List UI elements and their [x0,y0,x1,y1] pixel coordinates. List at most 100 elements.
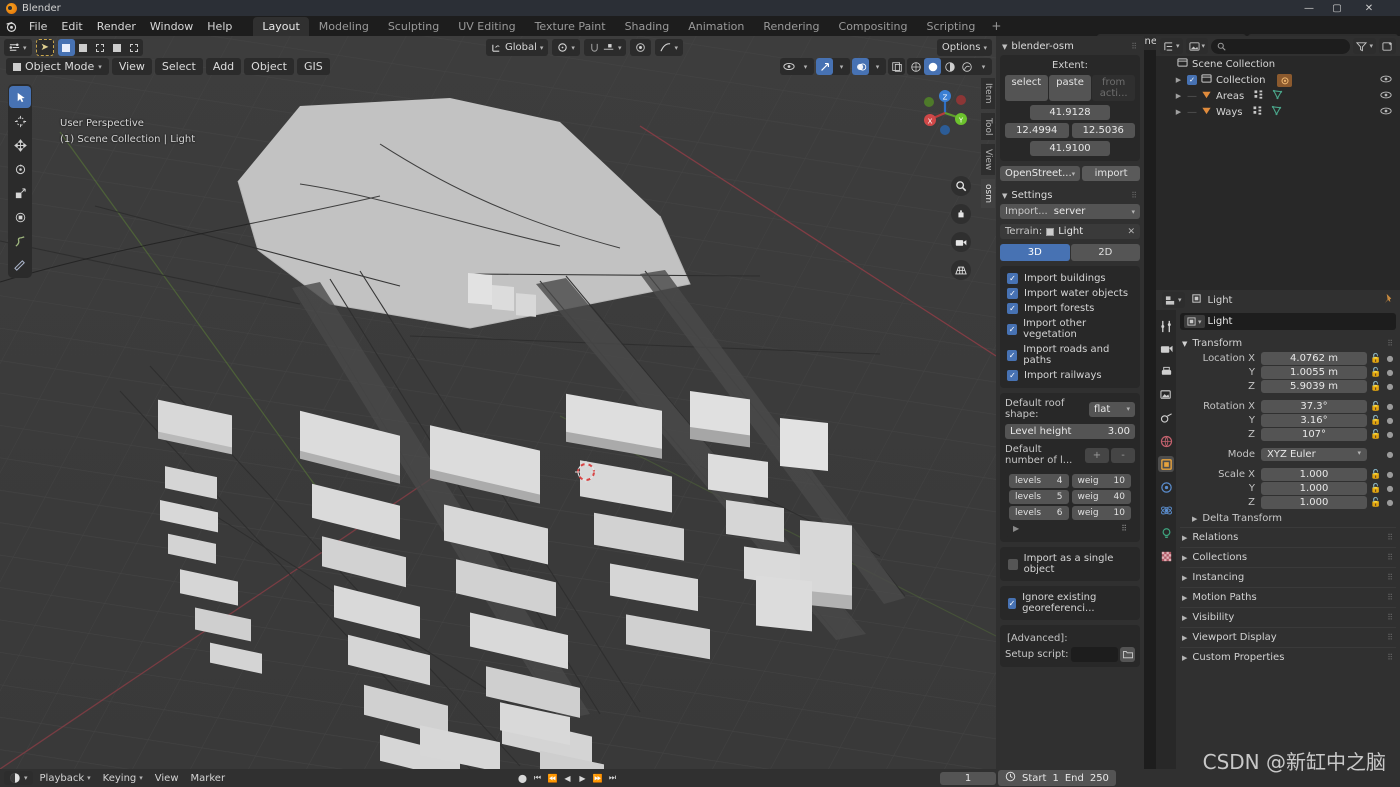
animate-dot-icon[interactable]: ● [1385,450,1395,459]
row-expand-icon[interactable]: ▶ [1174,92,1183,100]
viewport-menu-select[interactable]: Select [154,58,203,75]
blender-osm-panel-header[interactable]: ▼ blender-osm ⠿ [1000,38,1140,55]
levels-cell-1[interactable]: levels 5 [1009,490,1069,504]
minimize-button[interactable]: — [1296,0,1322,16]
timeline-menu-marker[interactable]: Marker [186,772,231,785]
rotation-z-field[interactable]: 107° [1261,428,1367,441]
move-icon[interactable] [9,134,31,156]
panel-collections[interactable]: ▶ Collections ⠿ [1180,547,1396,567]
object-icon[interactable] [1158,456,1174,472]
frame-range-fields[interactable]: Start 1 End 250 [998,770,1116,786]
scale-y-field[interactable]: 1.000 [1261,482,1367,495]
gizmo-chevron-icon[interactable]: ▾ [833,58,850,75]
material-shading-icon[interactable] [941,58,958,75]
timeline-menu-keying[interactable]: Keying ▾ [98,772,148,785]
overlay-toggle-group[interactable]: ▾ [852,58,886,75]
setup-script-input[interactable] [1070,647,1118,662]
workspace-tab-compositing[interactable]: Compositing [830,17,917,36]
lock-icon[interactable]: 🔓 [1370,470,1382,480]
scale-x-field[interactable]: 1.000 [1261,468,1367,481]
import-water-row[interactable]: ✓ Import water objects [1005,286,1135,301]
workspace-tab-animation[interactable]: Animation [679,17,753,36]
object-name-field[interactable]: ▾ Light [1180,313,1396,330]
overlay-chevron-icon[interactable]: ▾ [869,58,886,75]
lock-icon[interactable]: 🔓 [1370,430,1382,440]
lock-icon[interactable]: 🔓 [1370,484,1382,494]
menu-render[interactable]: Render [90,18,143,35]
visibility-eye-icon[interactable] [1380,107,1392,118]
terrain-clear-icon[interactable]: ✕ [1127,227,1135,237]
transform-orientation-dropdown[interactable]: Global ▾ [486,39,549,56]
rendered-shading-icon[interactable] [958,58,975,75]
import-button[interactable]: import [1082,166,1140,181]
annotate-icon[interactable] [9,230,31,252]
menu-window[interactable]: Window [143,18,200,35]
animate-dot-icon[interactable]: ● [1385,430,1395,439]
table-row[interactable]: levels 6 weig 10 [1009,506,1131,520]
tweak-tool-button[interactable]: ➤ [35,39,54,56]
row-expand-icon[interactable]: ▶ [1174,108,1183,116]
shading-chevron-icon[interactable]: ▾ [975,58,992,75]
import-roads-row[interactable]: ✓ Import roads and paths [1005,342,1135,368]
workspace-tab-rendering[interactable]: Rendering [754,17,828,36]
transform-icon[interactable] [9,206,31,228]
material-icon[interactable] [1158,548,1174,564]
workspace-tab-texture-paint[interactable]: Texture Paint [526,17,615,36]
animate-dot-icon[interactable]: ● [1385,368,1395,377]
proportional-falloff-dropdown[interactable]: ▾ [655,39,683,56]
scene-icon[interactable] [1158,410,1174,426]
animate-dot-icon[interactable]: ● [1385,382,1395,391]
animate-dot-icon[interactable]: ● [1385,498,1395,507]
lock-icon[interactable]: 🔓 [1370,416,1382,426]
transform-section-header[interactable]: ▼ Transform ⠿ [1180,335,1396,352]
perspective-grid-icon[interactable] [951,260,971,280]
menu-help[interactable]: Help [200,18,239,35]
remove-level-button[interactable]: - [1111,447,1135,463]
animate-dot-icon[interactable]: ● [1385,354,1395,363]
measure-icon[interactable] [9,254,31,276]
prev-keyframe-icon[interactable]: ⏪ [546,771,559,785]
panel-visibility[interactable]: ▶ Visibility ⠿ [1180,607,1396,627]
maximize-button[interactable]: ▢ [1324,0,1350,16]
timeline-menu-playback[interactable]: Playback ▾ [35,772,96,785]
lock-icon[interactable]: 🔓 [1370,368,1382,378]
rotation-y-field[interactable]: 3.16° [1261,414,1367,427]
menu-edit[interactable]: Edit [54,18,89,35]
viewport-options-dropdown[interactable]: Options ▾ [936,39,992,56]
viewport-menu-object[interactable]: Object [244,58,294,75]
3d-viewport[interactable]: ▾ ➤ Object Mode ▾ View Select Add Object… [0,36,996,769]
outliner-display-mode-dropdown[interactable]: ▾ [1160,38,1183,54]
shading-mode-group[interactable]: ▾ [907,58,992,75]
folder-icon[interactable] [1120,647,1135,662]
visibility-toggle-group[interactable]: ▾ [780,58,814,75]
camera-icon[interactable] [951,232,971,252]
select-intersect-icon[interactable] [126,39,143,56]
import-vegetation-checkbox[interactable]: ✓ [1007,323,1018,335]
rotation-mode-dropdown[interactable]: XYZ Euler ▾ [1261,448,1367,461]
workspace-tab-sculpting[interactable]: Sculpting [379,17,448,36]
table-expand-icon[interactable]: ▶ [1013,524,1019,533]
outliner-row-scene-collection[interactable]: Scene Collection [1156,56,1400,72]
properties-editor-type-button[interactable]: ▾ [1162,292,1185,308]
lock-icon[interactable]: 🔓 [1370,382,1382,392]
lock-icon[interactable]: 🔓 [1370,354,1382,364]
roof-shape-dropdown[interactable]: flat ▾ [1089,401,1135,417]
mode-2d-button[interactable]: 2D [1070,244,1140,261]
extent-north-field[interactable]: 41.9128 [1029,105,1111,120]
extent-paste-button[interactable]: paste [1048,75,1092,101]
properties-editor[interactable]: ▾ Light ▾ Light ▼ Transform ⠿ Location X… [1156,290,1400,769]
blender-menu-icon[interactable] [0,20,22,33]
extent-east-field[interactable]: 12.5036 [1071,123,1135,138]
single-object-checkbox[interactable] [1008,558,1018,570]
select-box-icon[interactable] [9,86,31,108]
import-roads-checkbox[interactable]: ✓ [1007,349,1018,361]
timeline-editor-type-button[interactable]: ▾ [4,771,33,785]
workspace-tab-modeling[interactable]: Modeling [310,17,378,36]
play-reverse-icon[interactable]: ◀ [561,771,574,785]
extent-west-field[interactable]: 12.4994 [1005,123,1069,138]
animate-dot-icon[interactable]: ● [1385,484,1395,493]
xray-toggle[interactable] [888,58,905,75]
zoom-icon[interactable] [951,176,971,196]
table-resize-grip-icon[interactable]: ⠿ [1121,524,1127,533]
panel-instancing[interactable]: ▶ Instancing ⠿ [1180,567,1396,587]
